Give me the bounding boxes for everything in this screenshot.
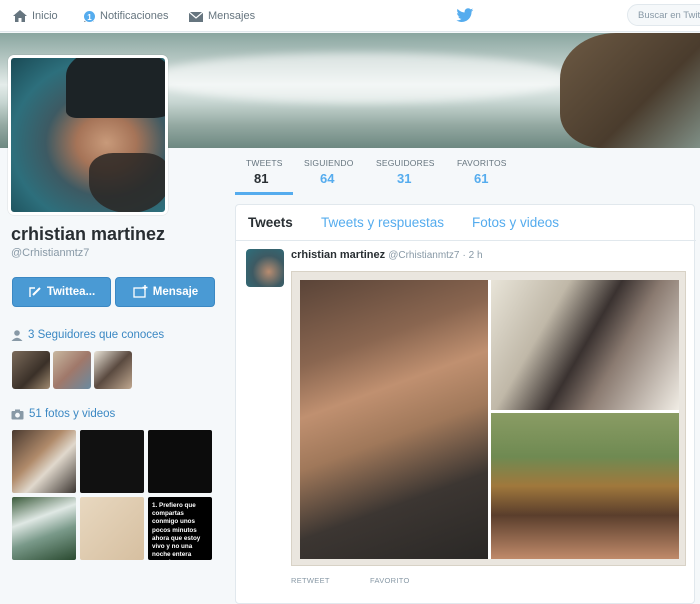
message-label: Mensaje — [152, 286, 199, 298]
stat-followers-value: 31 — [397, 171, 412, 186]
nav-notifications[interactable]: 1 Notificaciones — [80, 0, 168, 32]
media-thumbnail[interactable] — [80, 497, 144, 560]
timeline-tabs: Tweets Tweets y respuestas Fotos y video… — [236, 205, 696, 241]
tweet-to-label: Twittea... — [46, 286, 96, 298]
tweet-header: crhistian martinez @Crhistianmtz7 · 2 h — [291, 249, 483, 261]
photos-videos-label: 51 fotos y videos — [29, 408, 116, 420]
compose-icon — [29, 287, 41, 297]
photo-collage — [300, 280, 679, 559]
collage-photo — [491, 413, 679, 559]
nav-notifications-label: Notificaciones — [100, 10, 169, 22]
tweet-author-handle[interactable]: @Crhistianmtz7 — [388, 250, 459, 261]
retweet-action[interactable]: RETWEET — [291, 576, 330, 585]
media-thumbnail[interactable] — [12, 430, 76, 493]
follower-avatar[interactable] — [12, 351, 50, 389]
media-thumbnail[interactable] — [12, 497, 76, 560]
tab-tweets-and-replies[interactable]: Tweets y respuestas — [321, 215, 444, 230]
stat-tweets-label: TWEETS — [246, 158, 283, 168]
profile-name[interactable]: crhistian martinez — [11, 224, 165, 245]
tweet-media[interactable] — [291, 271, 686, 566]
favorite-action[interactable]: FAVORITO — [370, 576, 410, 585]
stat-tweets-value: 81 — [254, 171, 269, 186]
profile-handle[interactable]: @Crhistianmtz7 — [11, 247, 89, 259]
tab-tweets[interactable]: Tweets — [248, 215, 293, 230]
person-icon — [11, 330, 23, 341]
home-icon — [13, 10, 27, 22]
top-nav-bar: Inicio 1 Notificaciones Mensajes Buscar … — [0, 0, 700, 32]
nav-messages-label: Mensajes — [208, 10, 256, 22]
stat-following-label: SIGUIENDO — [304, 158, 354, 168]
stat-favorites[interactable]: FAVORITOS 61 — [457, 150, 527, 195]
message-button[interactable]: Mensaje — [115, 277, 215, 307]
stat-followers-label: SEGUIDORES — [376, 158, 435, 168]
envelope-icon — [188, 11, 204, 22]
search-input[interactable]: Buscar en Twitter — [627, 4, 700, 26]
tweet-to-button[interactable]: Twittea... — [12, 277, 111, 307]
nav-home[interactable]: Inicio — [12, 0, 58, 32]
followers-you-know-link[interactable]: 3 Seguidores que conoces — [11, 329, 164, 341]
follower-avatar[interactable] — [94, 351, 132, 389]
stat-favorites-label: FAVORITOS — [457, 158, 507, 168]
nav-messages[interactable]: Mensajes — [188, 0, 255, 32]
stat-following-value: 64 — [320, 171, 335, 186]
twitter-bird-icon[interactable] — [456, 8, 474, 23]
profile-avatar[interactable] — [8, 55, 168, 215]
notifications-badge: 1 — [83, 10, 96, 23]
stat-following[interactable]: SIGUIENDO 64 — [304, 150, 374, 195]
collage-photo — [491, 280, 679, 410]
collage-photo — [300, 280, 488, 559]
follower-avatar[interactable] — [53, 351, 91, 389]
tweet-timestamp[interactable]: · 2 h — [463, 250, 483, 261]
camera-icon — [11, 409, 24, 419]
stat-tweets[interactable]: TWEETS 81 — [235, 150, 293, 195]
photos-videos-link[interactable]: 51 fotos y videos — [11, 408, 115, 420]
tab-photos-videos[interactable]: Fotos y videos — [472, 215, 559, 230]
nav-home-label: Inicio — [32, 10, 58, 22]
message-plus-icon — [133, 285, 148, 298]
timeline: Tweets Tweets y respuestas Fotos y video… — [235, 204, 696, 604]
media-thumbnail[interactable]: 1. Prefiero que compartas conmigo unos p… — [148, 497, 212, 560]
tweet-author-name[interactable]: crhistian martinez — [291, 249, 385, 261]
tweet-actions: RETWEET FAVORITO — [291, 576, 410, 585]
tweet-avatar[interactable] — [246, 249, 284, 287]
stat-followers[interactable]: SEGUIDORES 31 — [376, 150, 456, 195]
media-quote-text: 1. Prefiero que compartas conmigo unos p… — [152, 502, 206, 560]
media-thumbnail[interactable] — [148, 430, 212, 493]
media-thumbnail[interactable] — [80, 430, 144, 493]
stat-favorites-value: 61 — [474, 171, 489, 186]
followers-you-know-label: 3 Seguidores que conoces — [28, 329, 165, 341]
